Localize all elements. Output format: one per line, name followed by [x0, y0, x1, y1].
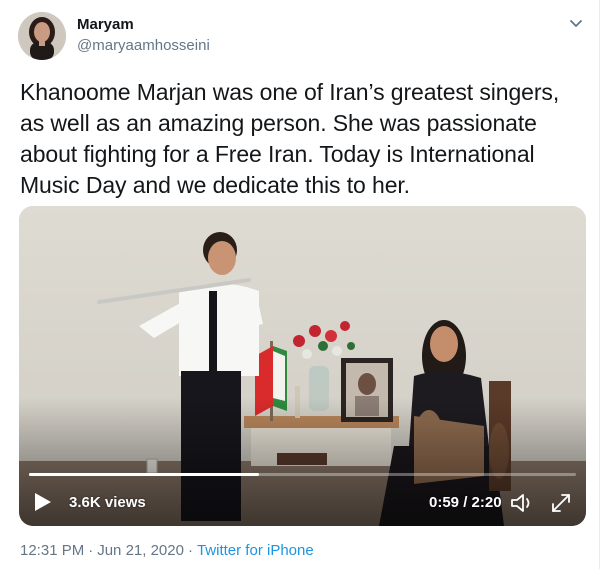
- tweet-card: Maryam @maryaamhosseini Khanoome Marjan …: [0, 0, 600, 569]
- video-view-count: 3.6K views: [69, 494, 146, 511]
- author-handle[interactable]: @maryaamhosseini: [77, 37, 210, 54]
- fullscreen-icon[interactable]: [549, 491, 573, 515]
- author-name[interactable]: Maryam: [77, 16, 134, 33]
- avatar[interactable]: [18, 12, 66, 60]
- video-progress-bar[interactable]: [29, 473, 576, 476]
- video-progress-fill: [29, 473, 259, 476]
- tweet-meta: 12:31 PM · Jun 21, 2020 · Twitter for iPhone: [20, 542, 314, 559]
- tweet-source-link[interactable]: Twitter for iPhone: [197, 542, 314, 559]
- video-frame: [19, 206, 586, 526]
- tweet-date[interactable]: Jun 21, 2020: [97, 542, 184, 559]
- tweet-time[interactable]: 12:31 PM: [20, 542, 84, 559]
- video-time: 0:59 / 2:20: [429, 494, 502, 511]
- meta-separator: ·: [88, 542, 94, 559]
- video-player[interactable]: 3.6K views 0:59 / 2:20: [19, 206, 586, 526]
- meta-separator-2: ·: [187, 542, 193, 559]
- volume-icon[interactable]: [509, 491, 535, 515]
- chevron-down-icon[interactable]: [566, 16, 586, 32]
- play-icon[interactable]: [33, 491, 53, 513]
- tweet-text: Khanoome Marjan was one of Iran’s greate…: [20, 79, 560, 198]
